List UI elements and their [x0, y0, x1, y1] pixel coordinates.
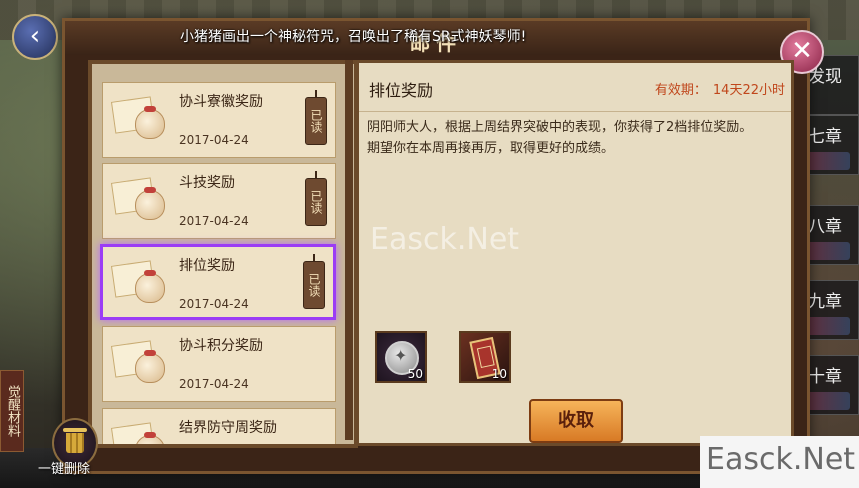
detail-body-line: 期望你在本周再接再厉，取得更好的成绩。 [367, 141, 615, 156]
mail-date: 2017-04-24 [179, 377, 249, 391]
mail-item[interactable]: 协斗寮徽奖励 2017-04-24 已读 [102, 82, 336, 158]
claim-button[interactable]: 收取 [529, 399, 623, 443]
watermark-corner: Easck.Net [706, 442, 856, 477]
reward-quantity: 10 [491, 367, 507, 381]
mail-title: 协斗积分奖励 [179, 338, 263, 354]
mail-title: 协斗寮徽奖励 [179, 94, 263, 110]
detail-body-line: 阴阳师大人，根据上周结界突破中的表现，你获得了2档排位奖励。 [367, 120, 753, 135]
mail-date: 2017-04-24 [179, 297, 249, 311]
reward-quantity: 50 [407, 367, 423, 381]
validity-value: 14天22小时 [712, 83, 785, 98]
detail-body: 阴阳师大人，根据上周结界突破中的表现，你获得了2档排位奖励。 期望你在本周再接再… [367, 117, 781, 159]
mail-title: 结界防守周奖励 [179, 420, 277, 436]
mail-envelope-icon [110, 419, 165, 444]
back-arrow-icon: ‹ [29, 21, 41, 51]
read-tag: 已读 [305, 171, 327, 226]
mail-item[interactable]: 斗技奖励 2017-04-24 已读 [102, 163, 336, 239]
mail-item-selected[interactable]: 排位奖励 2017-04-24 已读 [100, 244, 336, 320]
mail-envelope-icon [110, 257, 165, 307]
trash-icon [63, 428, 87, 453]
back-button[interactable]: ‹ [12, 14, 58, 60]
read-tag: 已读 [305, 90, 327, 145]
watermark-center: Easck.Net [370, 222, 520, 257]
mail-list-scrollbar[interactable] [345, 60, 353, 440]
delete-all-label: 一键删除 [38, 462, 91, 477]
validity: 有效期： 14天22小时 [655, 79, 785, 98]
mail-title: 斗技奖励 [179, 175, 235, 191]
mail-item[interactable]: 结界防守周奖励 [102, 408, 336, 444]
mail-list: 协斗寮徽奖励 2017-04-24 已读 斗技奖励 2017-04-24 已读 … [88, 60, 358, 448]
awaken-material-label[interactable]: 觉醒材料 [0, 370, 24, 452]
mail-item[interactable]: 协斗积分奖励 2017-04-24 [102, 326, 336, 402]
reward-list: 50 10 [367, 331, 783, 387]
detail-header: 排位奖励 有效期： 14天22小时 [359, 63, 791, 112]
broadcast-marquee: 小猪猪画出一个神秘符咒，召唤出了稀有SR式神妖琴师! [180, 29, 527, 45]
detail-title: 排位奖励 [369, 81, 434, 100]
mail-envelope-icon [110, 93, 165, 143]
close-icon: ✕ [791, 36, 813, 66]
mail-date: 2017-04-24 [179, 214, 249, 228]
read-tag: 已读 [303, 254, 325, 309]
mail-date: 2017-04-24 [179, 133, 249, 147]
mail-title: 排位奖励 [179, 258, 235, 274]
reward-item-ticket[interactable]: 10 [459, 331, 511, 383]
mail-envelope-icon [110, 174, 165, 224]
reward-item-coin[interactable]: 50 [375, 331, 427, 383]
mail-envelope-icon [110, 337, 165, 387]
validity-label: 有效期： [654, 83, 707, 98]
